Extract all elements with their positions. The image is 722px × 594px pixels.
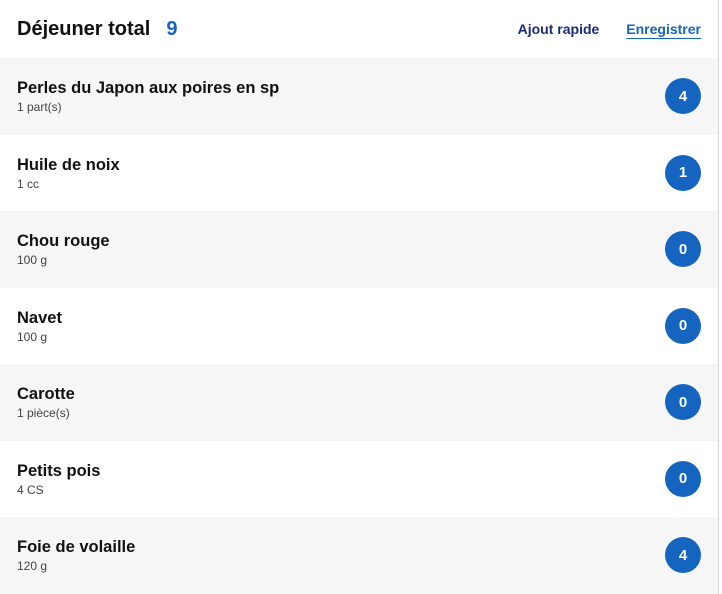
meal-header: Déjeuner total 9 Ajout rapide Enregistre…	[0, 0, 718, 58]
food-item-info: Petits pois 4 CS	[17, 461, 100, 497]
food-item-info: Carotte 1 pièce(s)	[17, 384, 75, 420]
food-item-info: Navet 100 g	[17, 308, 62, 344]
points-badge: 4	[665, 78, 701, 115]
food-item-info: Foie de volaille 120 g	[17, 537, 135, 573]
food-item-info: Perles du Japon aux poires en sp 1 part(s…	[17, 78, 279, 114]
food-item-info: Huile de noix 1 cc	[17, 155, 120, 191]
save-button[interactable]: Enregistrer	[626, 21, 701, 37]
food-item-name: Foie de volaille	[17, 538, 136, 557]
food-item-quantity: 1 pièce(s)	[17, 406, 70, 421]
food-item-row[interactable]: Perles du Japon aux poires en sp 1 part(s…	[0, 58, 718, 135]
points-badge: 0	[665, 384, 701, 421]
meal-total-points: 9	[166, 17, 178, 40]
points-badge: 4	[665, 537, 701, 574]
food-item-name: Navet	[17, 308, 62, 327]
meal-panel: Déjeuner total 9 Ajout rapide Enregistre…	[0, 0, 722, 594]
food-item-row[interactable]: Navet 100 g 0	[0, 287, 718, 364]
food-item-quantity: 100 g	[17, 253, 48, 268]
food-item-name: Petits pois	[17, 461, 101, 480]
food-item-name: Perles du Japon aux poires en sp	[17, 79, 280, 98]
points-badge: 0	[665, 307, 701, 344]
food-item-quantity: 4 CS	[17, 482, 44, 497]
food-item-row[interactable]: Foie de volaille 120 g 4	[0, 517, 718, 594]
food-item-row[interactable]: Chou rouge 100 g 0	[0, 211, 718, 288]
points-badge: 0	[665, 231, 701, 268]
food-item-row[interactable]: Carotte 1 pièce(s) 0	[0, 364, 718, 441]
food-item-quantity: 1 cc	[17, 176, 40, 191]
food-item-quantity: 120 g	[17, 559, 48, 574]
food-item-name: Carotte	[17, 385, 75, 404]
points-badge: 0	[665, 460, 701, 497]
food-item-quantity: 1 part(s)	[17, 100, 62, 115]
points-badge: 1	[665, 154, 701, 191]
divider	[718, 0, 719, 594]
meal-title: Déjeuner total	[17, 17, 151, 40]
food-list: Perles du Japon aux poires en sp 1 part(s…	[0, 58, 718, 594]
food-item-name: Chou rouge	[17, 232, 110, 251]
food-item-row[interactable]: Petits pois 4 CS 0	[0, 440, 718, 517]
quick-add-button[interactable]: Ajout rapide	[518, 21, 600, 37]
food-item-name: Huile de noix	[17, 155, 120, 174]
food-item-quantity: 100 g	[17, 329, 48, 344]
food-item-info: Chou rouge 100 g	[17, 231, 110, 267]
food-item-row[interactable]: Huile de noix 1 cc 1	[0, 134, 718, 211]
